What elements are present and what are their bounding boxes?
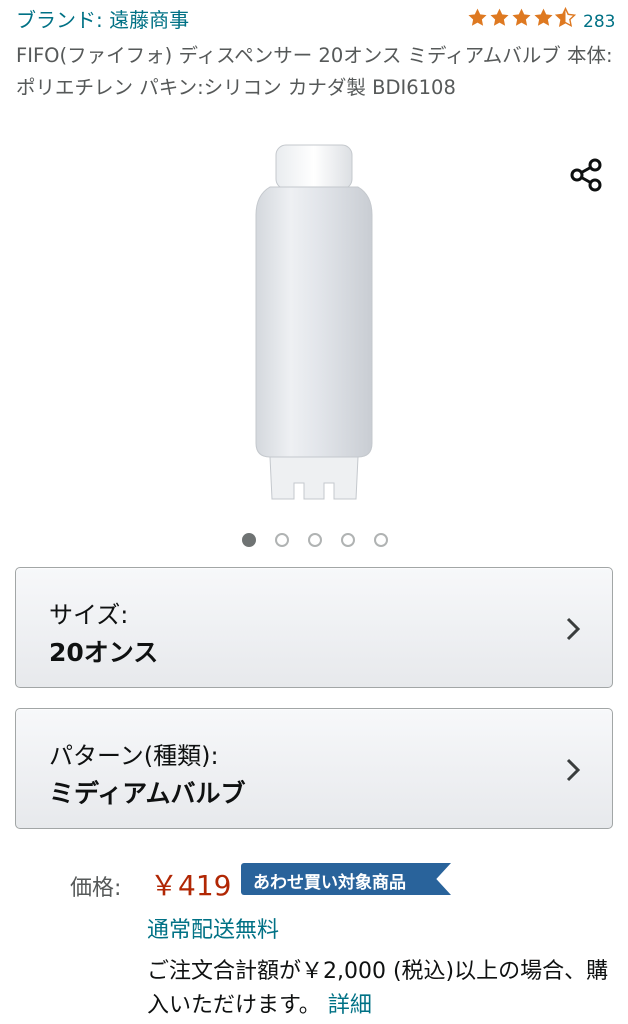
- pattern-label: パターン(種類):: [49, 742, 219, 770]
- size-value: 20オンス: [49, 638, 159, 667]
- image-carousel-dots: [0, 533, 628, 551]
- star-full-icon: [512, 8, 531, 26]
- chevron-right-icon: [566, 617, 581, 641]
- add-on-item-badge: あわせ買い対象商品: [241, 863, 451, 895]
- shipping-note-text: ご注文合計額が￥2,000 (税込)以上の場合、購入いただけます。: [147, 959, 609, 1018]
- price-value: ￥419: [150, 869, 232, 902]
- carousel-dot[interactable]: [242, 533, 256, 547]
- chevron-right-icon: [566, 758, 581, 782]
- brand-link[interactable]: ブランド: 遠藤商事: [16, 4, 189, 33]
- free-shipping-label: 通常配送無料: [147, 918, 280, 943]
- rating-count[interactable]: 283: [583, 12, 615, 32]
- size-selector[interactable]: サイズ: 20オンス: [15, 567, 613, 688]
- carousel-dot[interactable]: [275, 533, 289, 547]
- pattern-selector[interactable]: パターン(種類): ミディアムバルブ: [15, 708, 613, 829]
- star-full-icon: [468, 8, 487, 26]
- product-title: FIFO(ファイフォ) ディスペンサー 20オンス ミディアムバルブ 本体:ポリ…: [16, 44, 613, 99]
- share-icon[interactable]: [566, 155, 606, 195]
- size-label: サイズ:: [49, 601, 129, 629]
- product-image[interactable]: [252, 143, 376, 505]
- star-rating[interactable]: [467, 7, 577, 29]
- star-half-icon: [555, 7, 576, 28]
- carousel-dot[interactable]: [308, 533, 322, 547]
- carousel-dot[interactable]: [341, 533, 355, 547]
- details-link[interactable]: 詳細: [328, 993, 372, 1018]
- pattern-value: ミディアムバルブ: [49, 779, 246, 808]
- carousel-dot[interactable]: [374, 533, 388, 547]
- star-full-icon: [490, 8, 509, 26]
- brand-row: ブランド: 遠藤商事 283: [16, 4, 616, 34]
- star-full-icon: [534, 8, 553, 26]
- shipping-note: ご注文合計額が￥2,000 (税込)以上の場合、購入いただけます。 詳細: [147, 955, 612, 1023]
- price-label: 価格:: [70, 876, 122, 901]
- badge-text: あわせ買い対象商品: [253, 873, 406, 893]
